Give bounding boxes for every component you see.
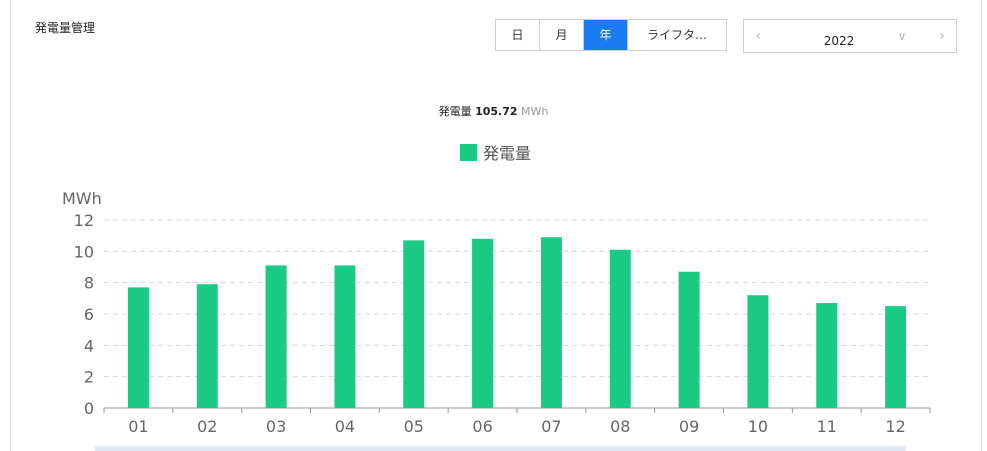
bar-05 — [403, 240, 425, 408]
y-tick-label: 10 — [74, 242, 94, 261]
bar-10 — [747, 295, 769, 408]
bar-08 — [609, 249, 631, 408]
bar-04 — [334, 265, 356, 408]
bar-09 — [678, 271, 700, 408]
x-tick-label: 02 — [197, 417, 217, 436]
x-tick-label: 05 — [404, 417, 424, 436]
x-tick-label: 01 — [128, 417, 148, 436]
y-tick-label: 12 — [74, 211, 94, 230]
bar-11 — [816, 303, 838, 408]
x-tick-label: 12 — [885, 417, 905, 436]
x-tick-label: 06 — [472, 417, 492, 436]
x-tick-label: 08 — [610, 417, 630, 436]
x-tick-label: 07 — [541, 417, 561, 436]
x-tick-label: 04 — [335, 417, 355, 436]
x-tick-label: 11 — [817, 417, 837, 436]
bar-chart: MWh02468101201 02 03 04 05 06 07 08 09 10 11 12 — [62, 189, 931, 436]
bar-07 — [540, 237, 562, 408]
bar-12 — [885, 306, 907, 408]
bar-06 — [472, 238, 494, 408]
y-tick-label: 4 — [84, 336, 94, 355]
x-tick-label: 09 — [679, 417, 699, 436]
bar-02 — [196, 284, 218, 408]
bar-03 — [265, 265, 287, 408]
x-tick-label: 10 — [748, 417, 768, 436]
y-tick-label: 0 — [84, 399, 94, 418]
y-axis-label: MWh — [62, 189, 102, 208]
x-tick-label: 03 — [266, 417, 286, 436]
bar-01 — [127, 287, 149, 408]
y-tick-label: 8 — [84, 274, 94, 293]
y-tick-label: 6 — [84, 305, 94, 324]
y-tick-label: 2 — [84, 368, 94, 387]
chart-scrollbar[interactable] — [95, 446, 906, 451]
